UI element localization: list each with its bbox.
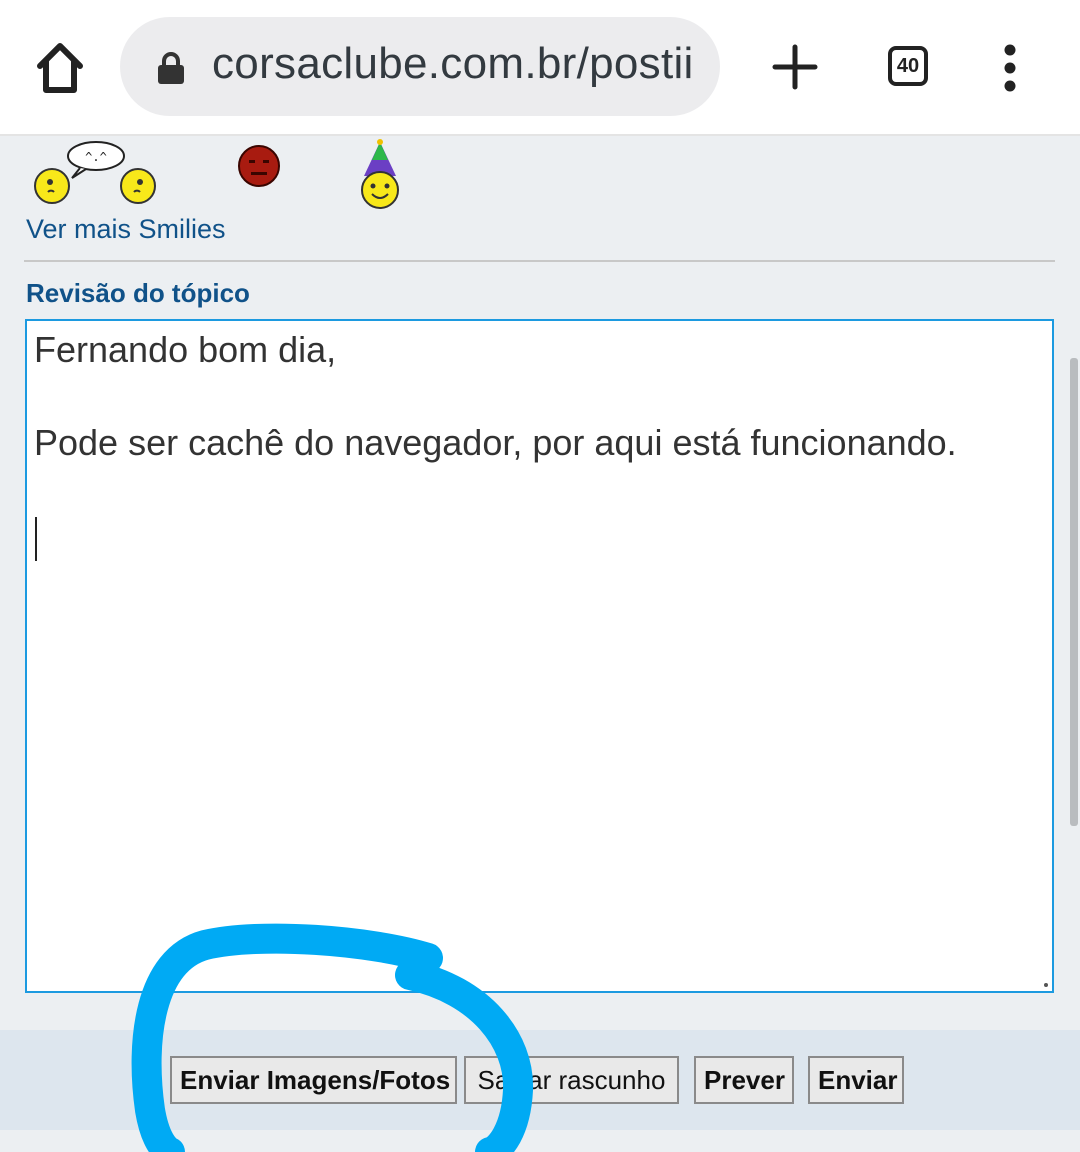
post-form: ^.^ Ver mais Smilies Revisão do tópico F… <box>0 136 1080 1152</box>
new-tab-icon[interactable] <box>770 42 820 92</box>
address-bar[interactable]: corsaclube.com.br/postii <box>120 17 720 116</box>
url-text: corsaclube.com.br/postii <box>212 39 694 88</box>
upload-images-button[interactable]: Enviar Imagens/Fotos <box>170 1056 457 1104</box>
preview-button[interactable]: Prever <box>694 1056 794 1104</box>
message-line: Pode ser cachê do navegador, por aqui es… <box>34 422 957 463</box>
divider <box>24 260 1055 262</box>
smilies-row: ^.^ <box>34 139 399 209</box>
save-draft-button[interactable]: Salvar rascunho <box>464 1056 679 1104</box>
submit-button[interactable]: Enviar <box>808 1056 904 1104</box>
tab-switcher-button[interactable]: 40 <box>888 46 928 86</box>
message-line: Fernando bom dia, <box>34 329 337 370</box>
mad-face-icon[interactable] <box>238 145 280 187</box>
form-actions: Enviar Imagens/Fotos Salvar rascunho Pre… <box>0 1030 1080 1130</box>
party-face-icon[interactable] <box>361 139 399 209</box>
text-caret <box>35 517 37 561</box>
chat-smiley-icon[interactable]: ^.^ <box>34 141 156 204</box>
lock-icon <box>156 51 186 85</box>
more-smilies-link[interactable]: Ver mais Smilies <box>26 214 226 245</box>
resize-handle[interactable] <box>1044 983 1048 987</box>
browser-toolbar: corsaclube.com.br/postii 40 <box>0 0 1080 136</box>
message-textarea[interactable]: Fernando bom dia, Pode ser cachê do nave… <box>25 319 1054 993</box>
more-menu-icon[interactable] <box>996 44 1024 92</box>
topic-review-title: Revisão do tópico <box>26 278 250 308</box>
scrollbar[interactable] <box>1070 358 1078 826</box>
home-icon[interactable] <box>30 38 90 96</box>
speech-bubble-text: ^.^ <box>85 150 107 164</box>
